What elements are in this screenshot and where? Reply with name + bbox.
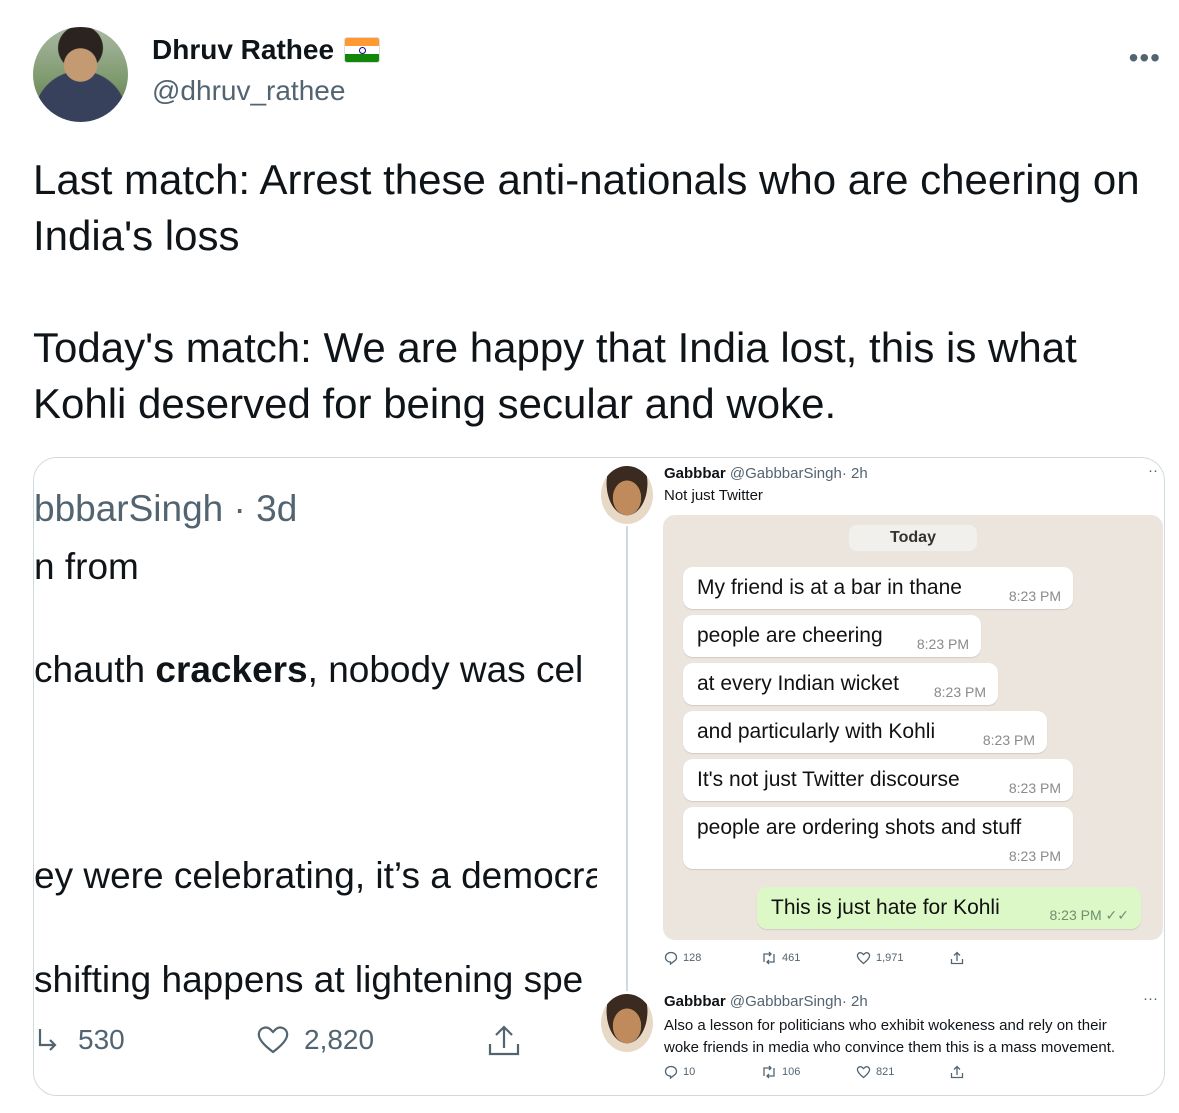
left-retweet: 530 — [34, 1024, 125, 1056]
gabbbar-name: Gabbbar — [664, 465, 726, 482]
retweet-count: 461 — [782, 952, 801, 964]
gabbbar-avatar — [601, 994, 653, 1052]
left-share — [486, 1024, 522, 1058]
left-line-1: n from — [34, 546, 139, 587]
chat-message-time: 8:23 PM — [933, 684, 986, 700]
chat-message-text: people are cheering — [697, 624, 883, 647]
author-name[interactable]: Dhruv Rathee — [152, 34, 334, 66]
chat-message-text: This is just hate for Kohli — [771, 896, 1000, 919]
retweet-icon — [763, 1065, 775, 1079]
gabbbar-time: · 2h — [841, 465, 868, 482]
left-like-count: 2,820 — [304, 1024, 375, 1055]
left-line-4: shifting happens at lightening spe — [34, 959, 584, 1000]
reply-icon — [664, 1065, 678, 1079]
gabbbar-time: · 2h — [841, 993, 868, 1010]
share-stat — [950, 951, 964, 965]
india-flag-icon — [344, 37, 381, 63]
tweet-media-image[interactable]: bbbarSingh · 3d n from chauth crackers, … — [33, 457, 1165, 1096]
chat-message: It's not just Twitter discourse 8:23 PM — [683, 759, 1073, 801]
chat-message-text: It's not just Twitter discourse — [697, 768, 960, 791]
heart-icon — [856, 1066, 871, 1079]
chat-message-text: My friend is at a bar in thane — [697, 576, 962, 599]
retweet-stat: 461 — [761, 951, 800, 965]
chat-message: at every Indian wicket 8:23 PM — [683, 663, 998, 705]
chat-message-time: 8:23 PM — [1008, 848, 1061, 864]
chat-message-time: 8:23 PM — [982, 732, 1035, 748]
more-options-icon[interactable]: ••• — [1129, 42, 1161, 74]
reply-stat: 10 — [664, 1065, 695, 1079]
tweet-paragraph-1: Last match: Arrest these anti-nationals … — [33, 156, 1140, 259]
share-stat — [950, 1065, 964, 1079]
gabbbar-text-2-line1: Also a lesson for politicians who exhibi… — [664, 1017, 1107, 1034]
gabbbar-text-2: Also a lesson for politicians who exhibi… — [664, 1015, 1115, 1059]
gabbbar-text-2-line2: woke friends in media who convince them … — [664, 1039, 1116, 1056]
left-handle-meta: bbbarSingh · 3d — [34, 488, 298, 529]
left-line-2-bold: crackers — [155, 649, 308, 690]
chat-message-time: 8:23 PM — [916, 636, 969, 652]
like-stat: 821 — [856, 1065, 894, 1079]
left-line-2-suffix: , nobody was cel — [307, 649, 584, 690]
chat-message-time: 8:23 PM — [1008, 588, 1061, 604]
share-icon — [488, 1025, 520, 1056]
chat-message-text: people are ordering shots and stuff — [697, 816, 1022, 839]
left-like: 2,820 — [256, 1024, 374, 1056]
left-retweet-count: 530 — [78, 1024, 125, 1055]
chat-message: people are cheering 8:23 PM — [683, 615, 981, 657]
heart-icon — [856, 952, 871, 965]
reply-count: 128 — [683, 952, 702, 964]
author-avatar[interactable] — [33, 27, 128, 122]
chat-outgoing-time: 8:23 PM — [1049, 907, 1102, 923]
left-line-2: chauth crackers, nobody was cel — [34, 649, 583, 691]
more-options-icon: ··· — [1143, 990, 1158, 1007]
tweet-paragraph-2: Today's match: We are happy that India l… — [33, 324, 1077, 427]
chat-day-label: Today — [849, 525, 977, 551]
retweet-icon — [38, 1029, 57, 1051]
like-count: 1,971 — [876, 952, 904, 964]
more-options-icon: ·· — [1148, 462, 1158, 479]
heart-icon — [257, 1026, 289, 1054]
reply-icon — [664, 951, 678, 965]
tweet-text: Last match: Arrest these anti-nationals … — [33, 152, 1143, 432]
gabbbar-header-1: Gabbbar @GabbbarSingh· 2h — [664, 465, 868, 482]
like-count: 821 — [876, 1066, 895, 1078]
like-stat: 1,971 — [856, 951, 904, 965]
retweet-count: 106 — [782, 1066, 801, 1078]
retweet-icon — [763, 951, 775, 965]
chat-message-text: and particularly with Kohli — [697, 720, 936, 743]
chat-message-time: 8:23 PM ✓✓ — [1050, 907, 1130, 924]
left-screenshot: bbbarSingh · 3d n from chauth crackers, … — [34, 458, 597, 1095]
gabbbar-avatar — [601, 466, 653, 524]
author-name-row[interactable]: Dhruv Rathee — [152, 34, 381, 66]
chat-message-text: at every Indian wicket — [697, 672, 899, 695]
right-screenshot: Gabbbar @GabbbarSingh· 2h ·· Not just Tw… — [597, 458, 1164, 1095]
gabbbar-handle: @GabbbarSingh — [729, 993, 842, 1010]
share-icon — [950, 951, 964, 965]
chat-message-outgoing: This is just hate for Kohli 8:23 PM ✓✓ — [757, 887, 1141, 929]
chat-message: and particularly with Kohli 8:23 PM — [683, 711, 1047, 753]
left-line-2-prefix: chauth — [34, 649, 156, 690]
reply-count: 10 — [683, 1066, 696, 1078]
chat-message-time: 8:23 PM — [1008, 780, 1061, 796]
author-handle[interactable]: @dhruv_rathee — [152, 75, 345, 107]
chat-message: My friend is at a bar in thane 8:23 PM — [683, 567, 1073, 609]
whatsapp-chat-screenshot: Today My friend is at a bar in thane 8:2… — [663, 515, 1163, 940]
double-check-icon: ✓✓ — [1105, 907, 1129, 923]
reply-stat: 128 — [664, 951, 701, 965]
chat-message: people are ordering shots and stuff 8:23… — [683, 807, 1073, 869]
gabbbar-name: Gabbbar — [664, 993, 726, 1010]
gabbbar-handle: @GabbbarSingh — [729, 465, 842, 482]
gabbbar-header-2: Gabbbar @GabbbarSingh· 2h — [664, 993, 868, 1010]
retweet-stat: 106 — [761, 1065, 800, 1079]
gabbbar-text-1: Not just Twitter — [664, 487, 763, 504]
share-icon — [950, 1065, 964, 1079]
thread-connector — [626, 526, 628, 991]
left-line-3: ey were celebrating, it’s a democra — [34, 855, 597, 896]
